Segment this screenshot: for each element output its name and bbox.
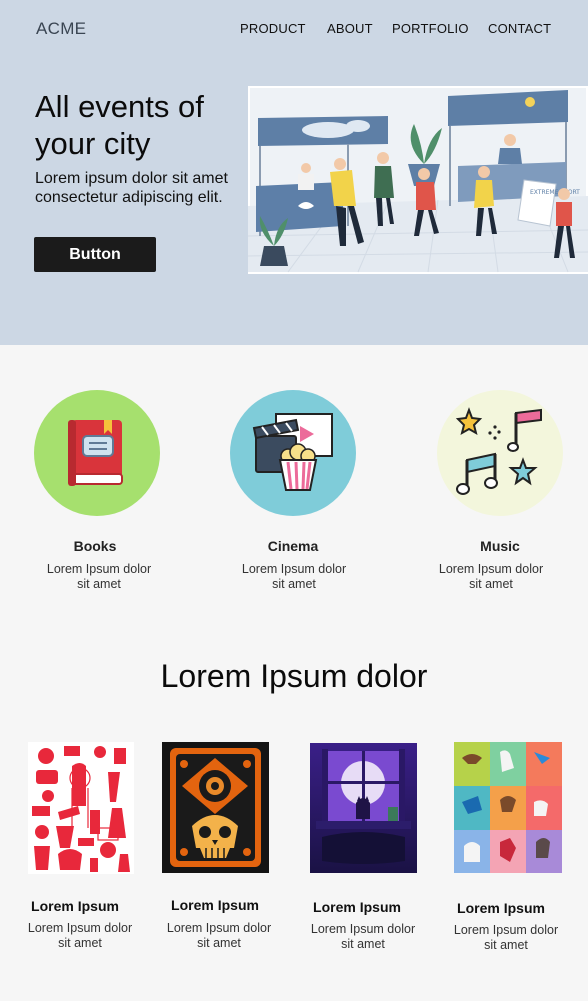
category-title: Music: [480, 538, 520, 554]
nav-contact[interactable]: CONTACT: [488, 21, 551, 36]
music-circle: [437, 390, 563, 516]
event-illustration: EXTREME SPORT: [248, 86, 588, 274]
card-title: Lorem Ipsum: [31, 898, 119, 914]
section-title: Lorem Ipsum dolor: [160, 658, 428, 694]
card-desc: Lorem Ipsum dolor sit amet: [453, 923, 559, 952]
hero-lead: Lorem ipsum dolor sit amet consectetur a…: [35, 170, 228, 206]
category-desc: Lorem Ipsum dolor sit amet: [46, 562, 152, 591]
nav-product[interactable]: PRODUCT: [240, 21, 306, 36]
card-title: Lorem Ipsum: [171, 897, 259, 913]
category-desc: Lorem Ipsum dolor sit amet: [438, 562, 544, 591]
cinema-circle: [230, 390, 356, 516]
book-icon: [34, 390, 160, 516]
cinema-icon: [230, 390, 356, 516]
nav-portfolio[interactable]: PORTFOLIO: [392, 21, 469, 36]
card-desc: Lorem Ipsum dolor sit amet: [310, 922, 416, 951]
card-desc: Lorem Ipsum dolor sit amet: [27, 921, 133, 950]
category-title: Cinema: [267, 538, 319, 554]
nav-about[interactable]: ABOUT: [327, 21, 373, 36]
books-circle: [34, 390, 160, 516]
category-desc: Lorem Ipsum dolor sit amet: [241, 562, 347, 591]
card-image: [454, 742, 562, 873]
card-title: Lorem Ipsum: [457, 900, 545, 916]
logo[interactable]: ACME: [36, 19, 86, 39]
card-image: [28, 742, 134, 874]
card-title: Lorem Ipsum: [313, 899, 401, 915]
card-desc: Lorem Ipsum dolor sit amet: [166, 921, 272, 950]
music-icon: [437, 390, 563, 516]
hero-section: ACME PRODUCT ABOUT PORTFOLIO CONTACT All…: [0, 0, 588, 345]
hero-title: All events of your city: [35, 89, 204, 161]
category-title: Books: [73, 538, 117, 554]
card-image: [162, 742, 269, 873]
sign-text: EXTREME SPORT: [530, 189, 580, 196]
card-image: [310, 743, 417, 873]
hero-button[interactable]: Button: [34, 237, 156, 272]
